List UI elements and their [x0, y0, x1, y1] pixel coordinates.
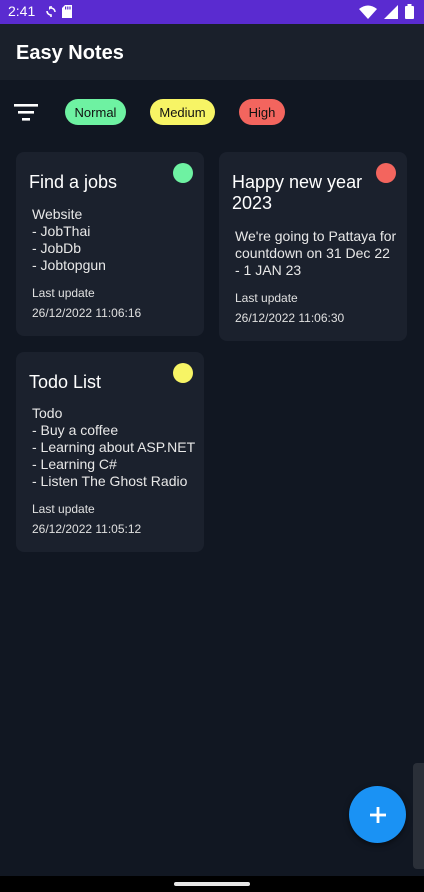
note-card[interactable]: Todo List Todo - Buy a coffee - Learning…	[16, 352, 204, 552]
note-title: Find a jobs	[29, 172, 118, 192]
note-body: Todo - Buy a coffee - Learning about ASP…	[32, 405, 196, 489]
last-update-label: Last update	[32, 502, 95, 516]
note-card[interactable]: Happy new year 2023 We're going to Patta…	[219, 152, 407, 341]
note-body: We're going to Pattaya for countdown on …	[235, 228, 397, 278]
battery-icon	[405, 4, 414, 19]
status-bar: 2:41	[0, 0, 424, 24]
home-gesture-handle[interactable]	[174, 882, 250, 886]
status-icons-right	[359, 4, 414, 19]
sync-icon	[46, 6, 56, 17]
note-card[interactable]: Find a jobs Website - JobThai - JobDb - …	[16, 152, 204, 336]
chip-high-label: High	[248, 104, 276, 120]
add-note-button[interactable]	[349, 786, 406, 843]
app-title: Easy Notes	[16, 42, 124, 64]
chip-normal-label: Normal	[74, 104, 117, 120]
last-update-label: Last update	[32, 286, 95, 300]
sd-card-icon	[62, 5, 72, 18]
status-time: 2:41	[8, 3, 36, 19]
priority-dot	[376, 163, 396, 183]
last-update-date: 26/12/2022 11:06:30	[235, 311, 345, 325]
last-update-date: 26/12/2022 11:05:12	[32, 522, 142, 536]
note-title: Happy new year 2023	[232, 172, 363, 213]
filter-list-icon[interactable]	[14, 102, 38, 122]
edge-panel-handle[interactable]	[413, 763, 424, 869]
plus-icon	[369, 806, 386, 823]
chip-medium[interactable]: Medium	[150, 99, 215, 125]
last-update-date: 26/12/2022 11:06:16	[32, 306, 142, 320]
last-update-label: Last update	[235, 291, 298, 305]
chip-normal[interactable]: Normal	[65, 99, 126, 125]
cellular-signal-icon	[384, 4, 398, 19]
wifi-icon	[359, 5, 377, 19]
chip-medium-label: Medium	[159, 104, 206, 120]
chip-high[interactable]: High	[239, 99, 285, 125]
note-title: Todo List	[29, 372, 102, 392]
note-body: Website - JobThai - JobDb - Jobtopgun	[32, 206, 106, 273]
app-bar: Easy Notes	[0, 24, 424, 80]
status-icons-left	[46, 5, 73, 18]
priority-dot	[173, 363, 193, 383]
priority-dot	[173, 163, 193, 183]
